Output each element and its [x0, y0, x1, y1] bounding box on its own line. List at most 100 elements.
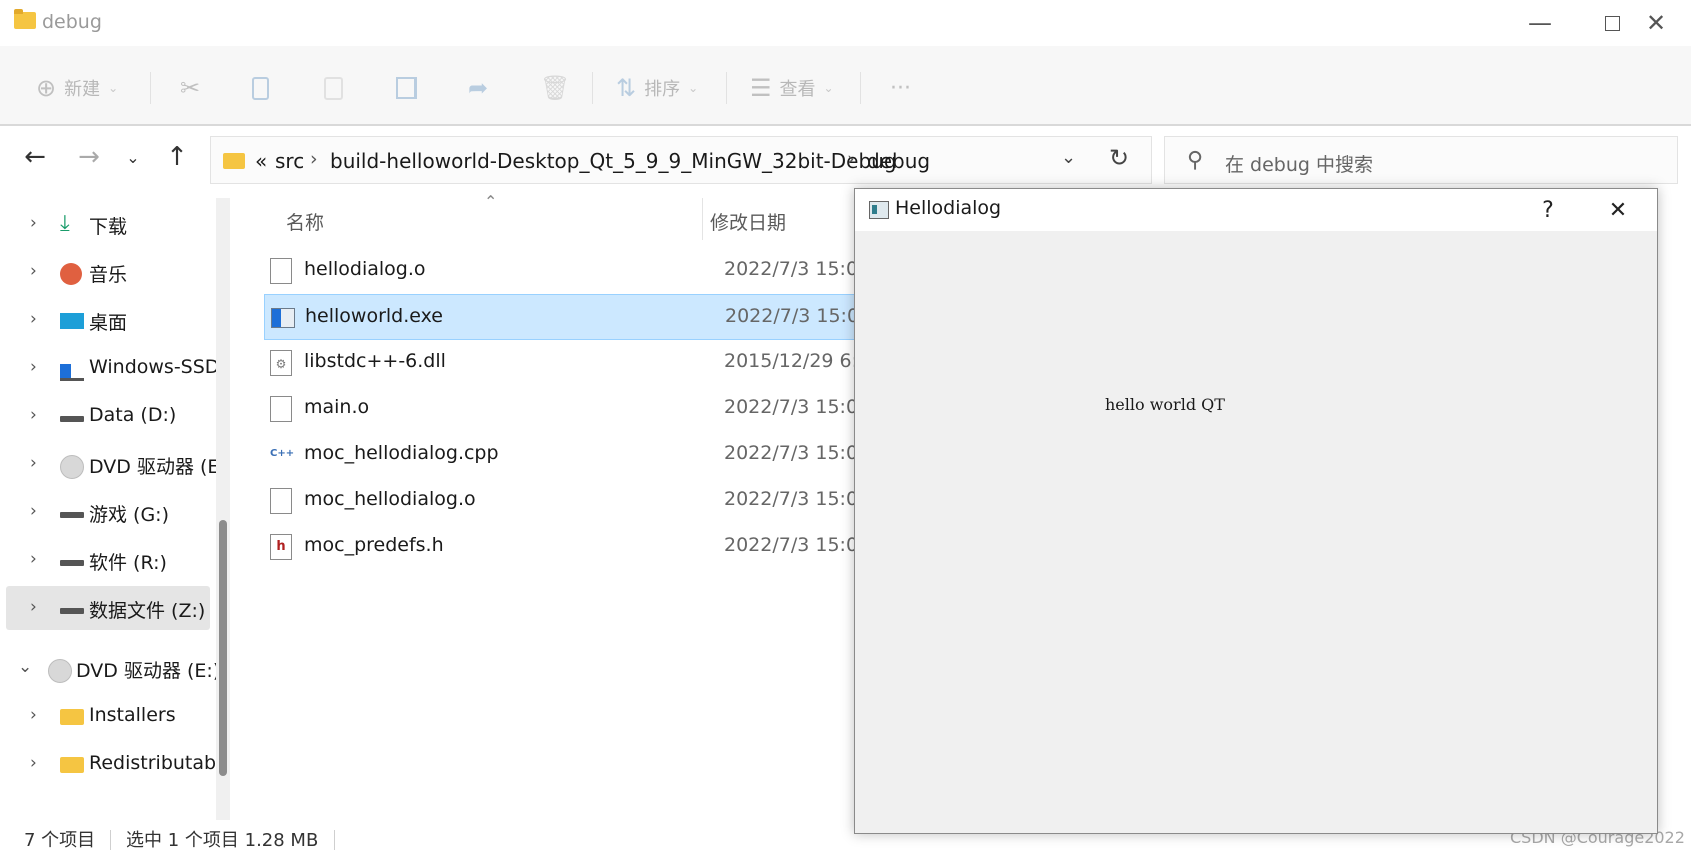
- navigation-pane-scrollbar[interactable]: [216, 198, 230, 820]
- item-count: 7 个项目: [24, 830, 96, 851]
- breadcrumb-build-folder[interactable]: build-helloworld-Desktop_Qt_5_9_9_MinGW_…: [330, 149, 897, 173]
- file-date: 2022/7/3 15:06: [724, 396, 871, 418]
- new-button-label: 新建: [64, 79, 101, 100]
- sort-button[interactable]: ⇅ 排序 ⌄: [616, 72, 698, 104]
- dialog-label: hello world QT: [1105, 395, 1225, 414]
- maximize-icon: [1604, 15, 1620, 31]
- sidebar-item-dvd-e[interactable]: › DVD 驱动器 (E:: [6, 442, 226, 486]
- refresh-icon: ↻: [1109, 144, 1130, 172]
- search-box[interactable]: ⚲ 在 debug 中搜索: [1164, 136, 1678, 184]
- chevron-right-icon[interactable]: ›: [30, 453, 37, 473]
- sidebar-item-windows-ssd[interactable]: › Windows-SSD: [6, 346, 219, 390]
- music-icon: [60, 263, 82, 285]
- dialog-close-button[interactable]: ✕: [1589, 189, 1647, 231]
- sidebar-item-dvd-e-expanded[interactable]: ⌄ DVD 驱动器 (E:): [6, 646, 220, 690]
- sort-button-label: 排序: [644, 79, 681, 100]
- address-bar[interactable]: « src › build-helloworld-Desktop_Qt_5_9_…: [210, 136, 1152, 184]
- file-row[interactable]: h moc_predefs.h 2022/7/3 15:06: [264, 524, 870, 568]
- delete-button[interactable]: 🗑: [540, 72, 570, 104]
- back-button[interactable]: ←: [18, 140, 52, 174]
- sidebar-item-label: Redistributabl: [89, 752, 222, 774]
- chevron-right-icon[interactable]: ›: [30, 357, 37, 377]
- chevron-right-icon: ›: [847, 148, 855, 170]
- folder-icon: [60, 709, 84, 725]
- sidebar-item-music[interactable]: › 音乐: [6, 250, 210, 294]
- help-button[interactable]: ?: [1519, 189, 1577, 231]
- sidebar-item-installers[interactable]: › Installers: [6, 694, 210, 738]
- breadcrumb-debug[interactable]: debug: [867, 149, 930, 173]
- toolbar-divider: [150, 72, 151, 104]
- close-window-button[interactable]: ✕: [1620, 0, 1691, 46]
- scrollbar-thumb[interactable]: [219, 520, 227, 776]
- rename-button[interactable]: [396, 72, 417, 104]
- chevron-right-icon[interactable]: ›: [30, 405, 37, 425]
- exe-icon: [271, 308, 295, 328]
- sidebar-item-data-files-z[interactable]: › 数据文件 (Z:): [6, 586, 210, 630]
- cpp-icon: C++: [270, 448, 295, 459]
- refresh-button[interactable]: ↻: [1109, 144, 1129, 172]
- navigation-bar: ← → ⌄ ↑ « src › build-helloworld-Desktop…: [0, 126, 1691, 188]
- chevron-right-icon[interactable]: ›: [30, 597, 37, 617]
- sidebar-item-software-r[interactable]: › 软件 (R:): [6, 538, 210, 582]
- file-row[interactable]: main.o 2022/7/3 15:06: [264, 386, 870, 430]
- sidebar-item-downloads[interactable]: › ⤓ 下载: [6, 202, 210, 246]
- sidebar-item-data-d[interactable]: › Data (D:): [6, 394, 210, 438]
- title-bar: debug — ✕: [0, 0, 1691, 46]
- recent-locations-button[interactable]: ⌄: [116, 140, 150, 174]
- sidebar-item-games-g[interactable]: › 游戏 (G:): [6, 490, 210, 534]
- column-header-modified[interactable]: 修改日期: [710, 208, 786, 235]
- file-name: main.o: [304, 396, 370, 418]
- file-row[interactable]: ⚙ libstdc++-6.dll 2015/12/29 6:25: [264, 340, 882, 384]
- copy-button[interactable]: [252, 72, 269, 104]
- new-button[interactable]: ⊕ 新建 ⌄: [36, 72, 118, 104]
- chevron-right-icon[interactable]: ›: [30, 753, 37, 773]
- sidebar-item-label: 音乐: [89, 264, 128, 286]
- close-icon: ✕: [1608, 197, 1628, 223]
- file-row[interactable]: C++ moc_hellodialog.cpp 2022/7/3 15:06: [264, 432, 870, 476]
- breadcrumb-overflow[interactable]: «: [255, 149, 267, 173]
- file-name: libstdc++-6.dll: [304, 350, 446, 372]
- sidebar-item-redistributables[interactable]: › Redistributabl: [6, 742, 221, 786]
- share-button[interactable]: ➦: [468, 72, 488, 104]
- sort-icon: ⇅: [616, 74, 637, 102]
- more-options-button[interactable]: ···: [890, 72, 911, 104]
- file-row[interactable]: moc_hellodialog.o 2022/7/3 15:06: [264, 478, 870, 522]
- file-icon: [270, 258, 292, 284]
- dll-icon: ⚙: [270, 350, 292, 376]
- folder-icon: [223, 153, 245, 169]
- up-button[interactable]: ↑: [160, 140, 194, 174]
- address-dropdown-button[interactable]: ⌄: [1061, 147, 1076, 168]
- plus-circle-icon: ⊕: [36, 74, 57, 102]
- drive-icon: [60, 416, 84, 422]
- chevron-right-icon[interactable]: ›: [30, 213, 37, 233]
- folder-icon: [14, 9, 36, 29]
- chevron-right-icon[interactable]: ›: [30, 549, 37, 569]
- chevron-right-icon[interactable]: ›: [30, 705, 37, 725]
- chevron-right-icon[interactable]: ›: [30, 501, 37, 521]
- file-row[interactable]: helloworld.exe 2022/7/3 15:06: [264, 294, 871, 340]
- chevron-right-icon[interactable]: ›: [30, 261, 37, 281]
- file-date: 2022/7/3 15:06: [724, 488, 871, 510]
- sidebar-item-desktop[interactable]: › 桌面: [6, 298, 210, 342]
- search-icon: ⚲: [1187, 148, 1204, 173]
- file-name: moc_hellodialog.o: [304, 488, 476, 510]
- chevron-right-icon[interactable]: ›: [30, 309, 37, 329]
- view-button[interactable]: ☰ 查看 ⌄: [750, 72, 834, 104]
- chevron-down-icon[interactable]: ⌄: [18, 657, 32, 677]
- file-row[interactable]: hellodialog.o 2022/7/3 15:06: [264, 248, 870, 292]
- selection-info: 选中 1 个项目 1.28 MB: [126, 830, 319, 851]
- column-divider[interactable]: [702, 198, 703, 240]
- forward-button[interactable]: →: [72, 140, 106, 174]
- column-header-name[interactable]: 名称: [286, 208, 324, 235]
- cut-button[interactable]: ✂: [180, 72, 200, 104]
- rename-icon: [396, 77, 417, 99]
- sidebar-item-label: 软件 (R:): [89, 552, 167, 574]
- navigation-pane: › ⤓ 下载 › 音乐 › 桌面 › Windows-SSD › Data (D…: [0, 198, 236, 820]
- file-list: 名称 ⌃ 修改日期 hellodialog.o 2022/7/3 15:06 h…: [238, 192, 882, 820]
- trash-icon: 🗑: [540, 74, 571, 102]
- paste-button[interactable]: [324, 72, 343, 104]
- search-placeholder: 在 debug 中搜索: [1225, 154, 1373, 176]
- minimize-button[interactable]: —: [1504, 0, 1576, 46]
- copy-icon: [252, 76, 269, 100]
- breadcrumb-src[interactable]: src: [275, 149, 304, 173]
